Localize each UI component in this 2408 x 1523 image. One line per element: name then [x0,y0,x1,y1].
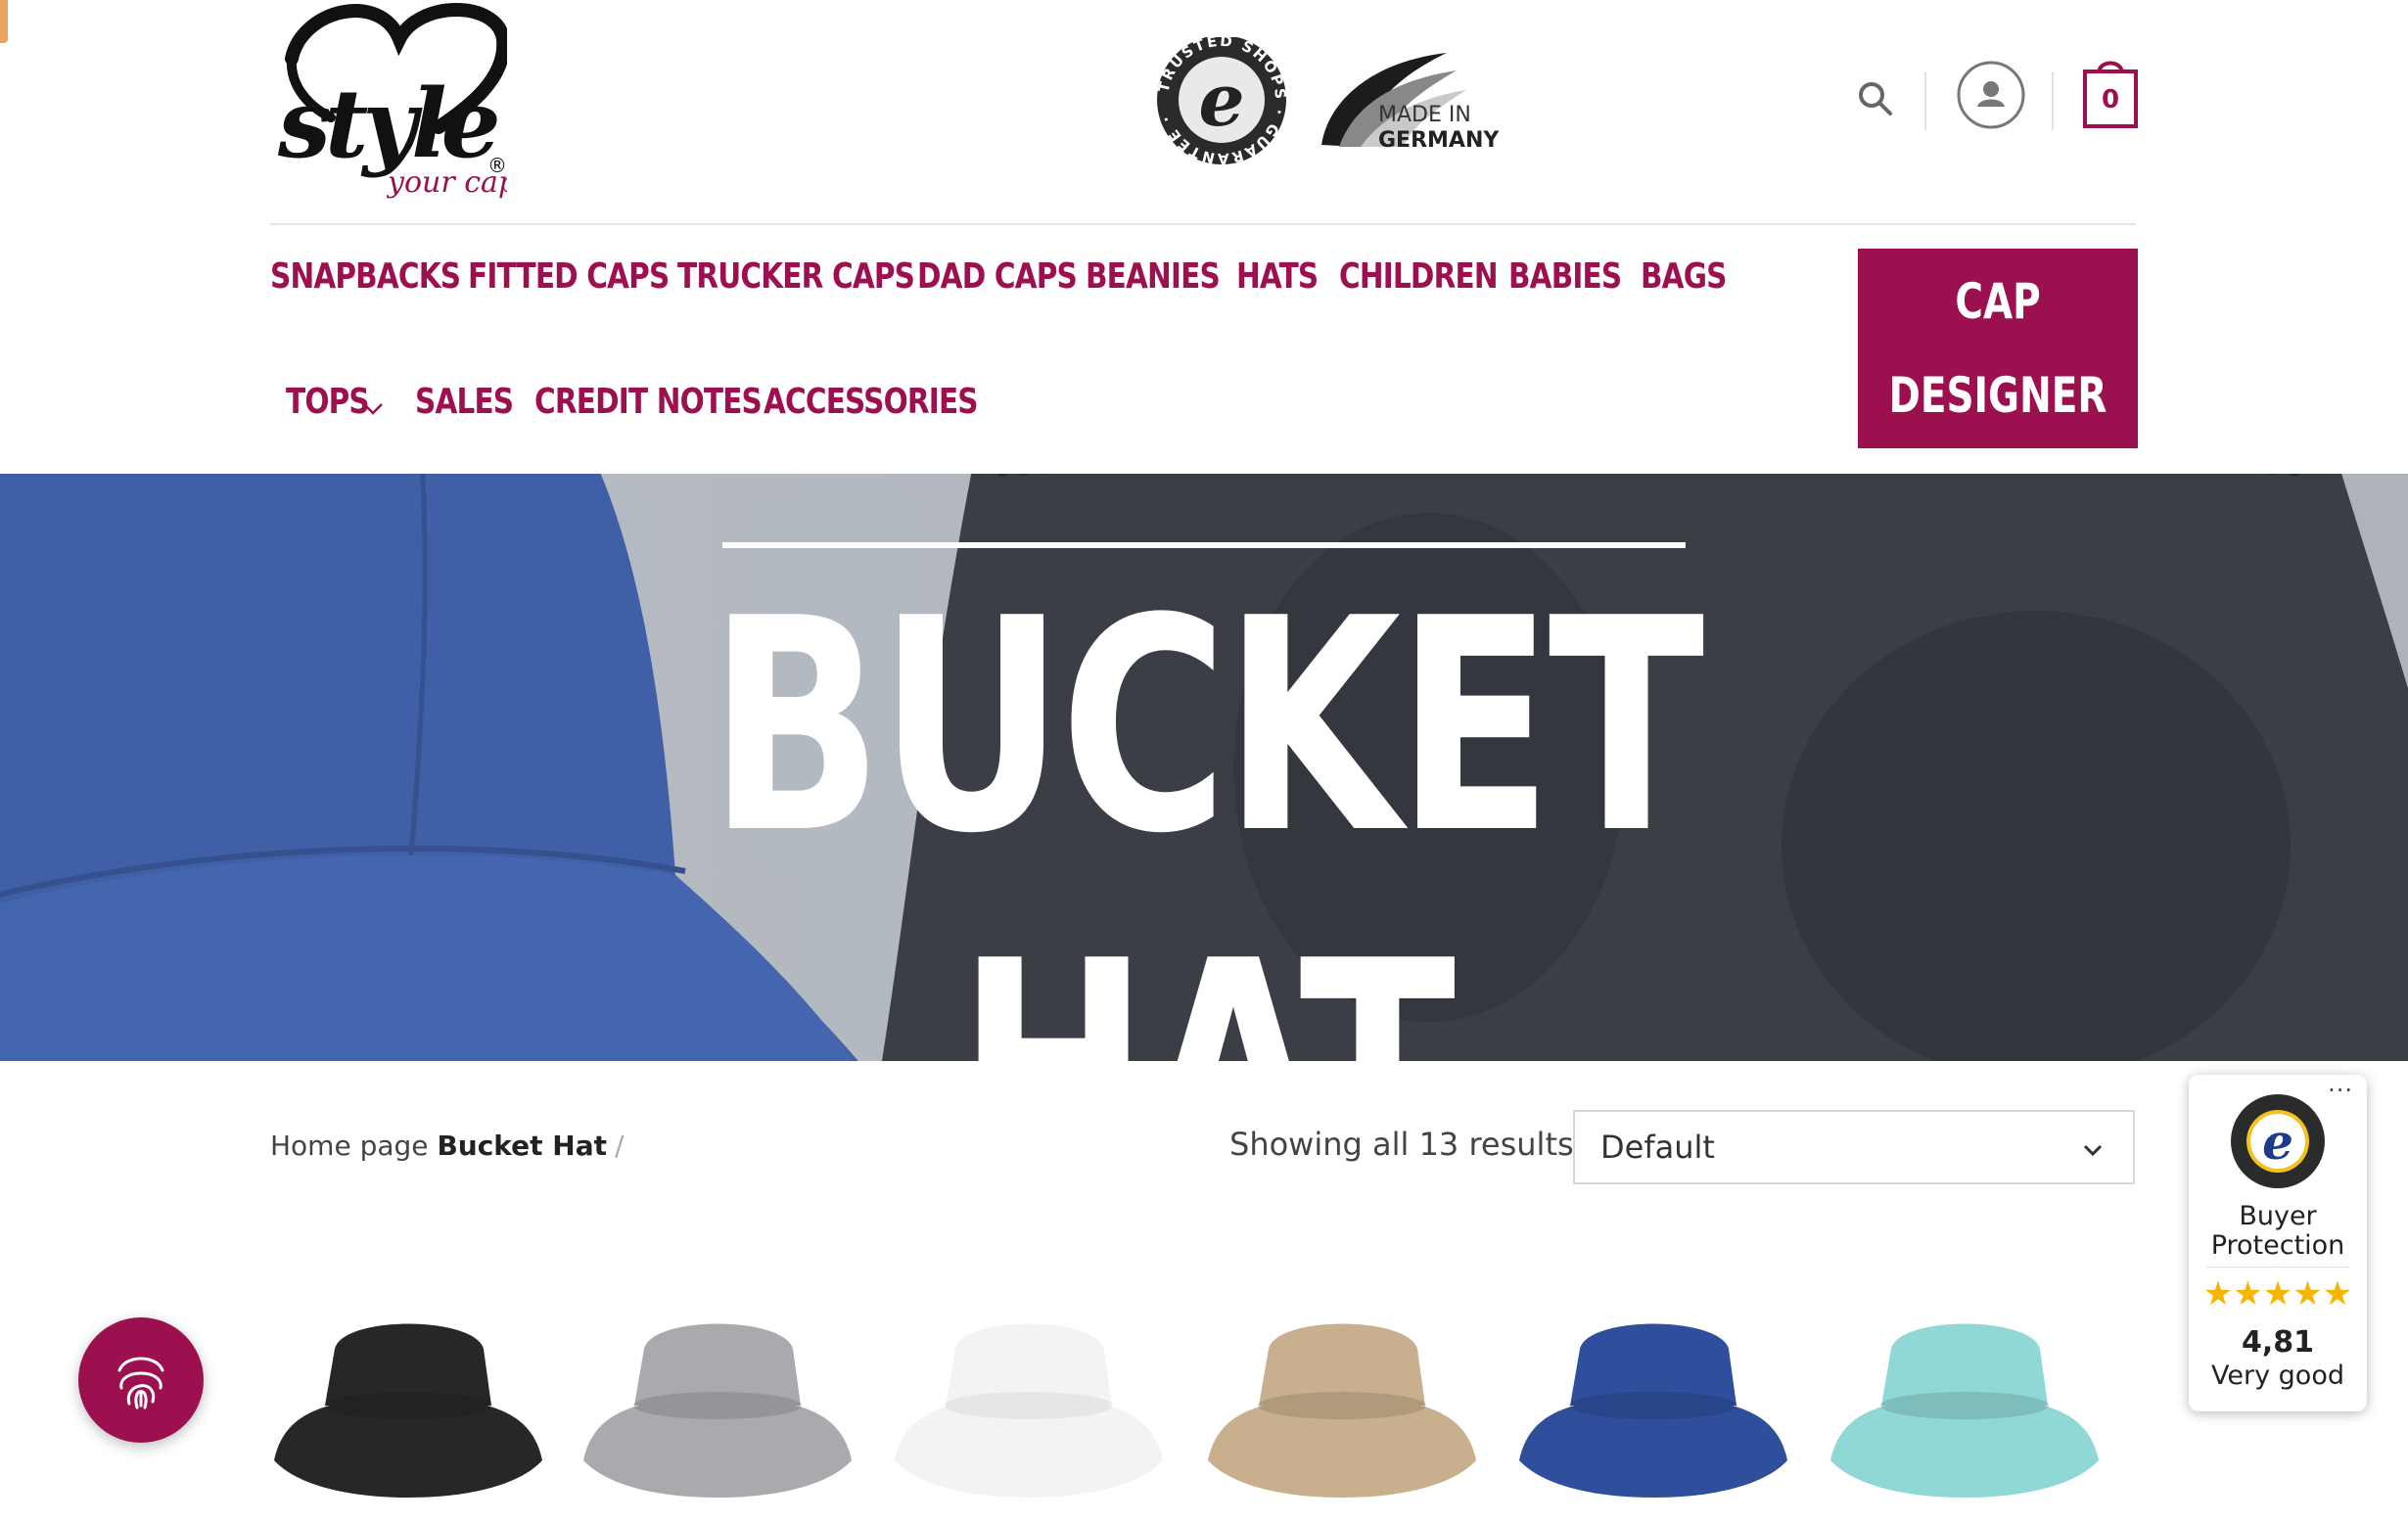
nav-sales[interactable]: SALES [415,382,514,422]
breadcrumb-current: Bucket Hat [437,1130,608,1162]
nav-trucker-caps[interactable]: TRUCKER CAPS [677,256,915,297]
cap-designer-line2: DESIGNER [1888,367,2107,424]
chevron-down-icon[interactable] [362,401,384,420]
nav-fitted-caps[interactable]: FITTED CAPS [468,256,670,297]
product-card[interactable] [887,1288,1171,1519]
cart-count: 0 [2101,85,2120,115]
search-icon[interactable] [1856,79,1895,122]
rating-stars: ★★★★★ [2202,1274,2353,1314]
buyer-protection-line2: Protection [2210,1230,2345,1261]
cap-designer-button[interactable]: CAP DESIGNER [1858,249,2138,448]
product-card[interactable] [576,1288,859,1519]
trusted-shops-widget[interactable]: ··· e Buyer Protection ★★★★★ 4,81 Very g… [2189,1075,2367,1411]
header-actions: 0 [1850,54,2144,152]
cart-icon[interactable]: 0 [2081,58,2140,134]
nav-credit-notes[interactable]: CREDIT NOTES [534,382,763,422]
made-in-germany-badge: MADE IN GERMANY [1321,53,1500,153]
product-card[interactable] [266,1288,550,1519]
icon-divider [2052,71,2054,130]
svg-text:MADE IN: MADE IN [1378,103,1471,127]
breadcrumb: Home page Bucket Hat / [270,1130,624,1162]
trusted-shops-seal-icon: e [2229,1092,2327,1194]
breadcrumb-home-link[interactable]: Home page [270,1130,429,1162]
svg-text:style: style [277,69,497,179]
privacy-settings-button[interactable] [78,1317,204,1443]
sort-select[interactable]: Default [1573,1110,2135,1184]
hero-title-line1: BUCKET [708,556,1704,898]
hero-title-line2: HAT [957,899,1456,1061]
nav-hats[interactable]: HATS [1236,256,1319,297]
bucket-hat-image [1208,1323,1476,1498]
product-card[interactable] [1823,1288,2107,1519]
trusted-shops-seal[interactable]: TRUSTED SHOPS · GUARANTEE · e [1154,32,1289,167]
user-account-icon[interactable] [1956,60,2026,134]
hero-banner: BUCKET HAT [0,474,2408,1061]
svg-text:®: ® [487,154,507,177]
bucket-hat-image [1830,1323,2099,1498]
nav-snapbacks[interactable]: SNAPBACKS [270,256,461,297]
svg-text:e: e [2262,1113,2293,1171]
chevron-down-icon [2080,1133,2106,1171]
hero-rule [722,542,1686,548]
nav-children[interactable]: CHILDREN [1339,256,1499,297]
result-count: Showing all 13 results [1229,1126,1574,1163]
buyer-protection-label: Buyer Protection [2189,1202,2367,1261]
nav-accessories[interactable]: ACCESSORIES [764,382,979,422]
product-card[interactable] [1200,1288,1484,1519]
nav-babies[interactable]: BABIES [1508,256,1622,297]
widget-divider [2206,1267,2349,1268]
fingerprint-icon [112,1349,170,1415]
bucket-hat-image [895,1323,1163,1498]
bucket-hat-image [583,1323,852,1498]
nav-dad-caps[interactable]: DAD CAPS [917,256,1078,297]
scroll-indicator [0,0,8,43]
rating-grade: Very good [2211,1361,2344,1391]
breadcrumb-separator: / [615,1130,625,1162]
nav-beanies[interactable]: BEANIES [1086,256,1221,297]
bucket-hat-image [1519,1323,1787,1498]
svg-text:e: e [1198,59,1244,143]
widget-menu-icon[interactable]: ··· [2328,1077,2353,1104]
buyer-protection-line1: Buyer [2239,1201,2317,1231]
bucket-hat-image [274,1323,542,1498]
icon-divider [1924,71,1926,130]
nav-tops[interactable]: TOPS [286,382,370,422]
hero-title: BUCKET HAT [0,556,2408,1061]
nav-bags[interactable]: BAGS [1641,256,1727,297]
site-logo[interactable]: style your cap ® [272,0,517,206]
svg-text:GERMANY: GERMANY [1378,128,1500,153]
header-divider [270,223,2136,225]
sort-select-value: Default [1600,1129,1715,1166]
product-card[interactable] [1511,1288,1795,1519]
trust-badges: TRUSTED SHOPS · GUARANTEE · e MADE IN GE… [1153,32,1505,174]
cap-designer-line1: CAP [1955,273,2041,330]
rating-score: 4,81 [2241,1325,2315,1360]
